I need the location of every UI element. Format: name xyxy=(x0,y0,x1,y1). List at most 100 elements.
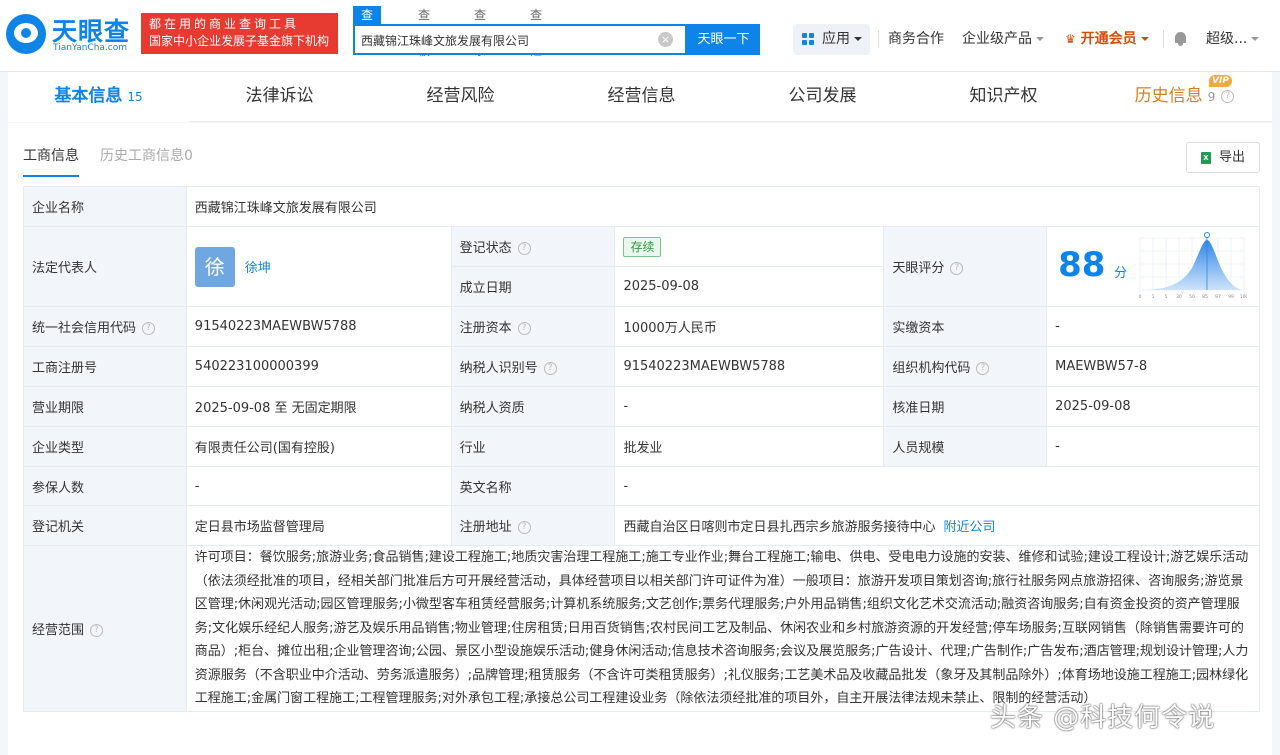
score-distribution-chart: 0 1 5 30 50 85 97 99 100 xyxy=(1139,231,1247,300)
reg-status-label: 登记状态? xyxy=(450,226,616,267)
score-tick: 100 xyxy=(1240,294,1247,300)
slogan-line-2: 国家中小企业发展子基金旗下机构 xyxy=(149,34,330,48)
divider xyxy=(1163,30,1164,48)
slogan-banner: 都在用的商业查询工具 国家中小企业发展子基金旗下机构 xyxy=(141,13,338,54)
vip-badge: VIP xyxy=(1209,75,1232,87)
search-tab-risk[interactable]: 查风险 xyxy=(530,6,542,58)
watermark: 头条 @科技何令说 xyxy=(990,703,1216,733)
slogan-line-1: 都在用的商业查询工具 xyxy=(149,17,300,31)
term-label: 营业期限 xyxy=(23,386,187,427)
site-logo[interactable]: 天眼查 TianYanCha.com xyxy=(6,10,134,60)
help-icon[interactable]: ? xyxy=(517,521,531,534)
score-tick: 5 xyxy=(1165,294,1168,300)
industry-value: 批发业 xyxy=(614,426,885,467)
type-label: 企业类型 xyxy=(23,426,187,467)
help-icon[interactable]: ? xyxy=(517,242,531,255)
search-button[interactable]: 天眼一下 xyxy=(687,24,760,55)
taxpayer-qual-value: - xyxy=(614,386,885,427)
score-label: 天眼评分? xyxy=(883,226,1048,307)
term-value: 2025-09-08 至 无固定期限 xyxy=(185,386,452,427)
nav-open-vip[interactable]: ♛ 开通会员 xyxy=(1065,24,1149,55)
nav-enterprise-products[interactable]: 企业级产品 xyxy=(962,24,1044,55)
taxpayer-qual-label: 纳税人资质 xyxy=(450,386,616,427)
subtab-business-registration[interactable]: 工商信息 xyxy=(23,145,79,177)
tab-intellectual-property[interactable]: 知识产权 xyxy=(913,72,1094,122)
biz-reg-no-label: 工商注册号 xyxy=(23,346,187,387)
staff-label: 人员规模 xyxy=(883,426,1048,467)
paid-capital-label: 实缴资本 xyxy=(883,306,1048,347)
paid-capital-value: - xyxy=(1046,306,1260,347)
score-tick: 97 xyxy=(1215,294,1221,300)
crown-icon: ♛ xyxy=(1065,32,1076,46)
legal-rep-name[interactable]: 徐坤 xyxy=(245,257,271,276)
found-date-value: 2025-09-08 xyxy=(614,266,885,307)
export-button[interactable]: X 导出 xyxy=(1186,142,1260,173)
insured-label: 参保人数 xyxy=(23,466,187,506)
help-icon[interactable]: ? xyxy=(1221,89,1235,103)
logo-domain: TianYanCha.com xyxy=(53,43,128,53)
bell-icon[interactable] xyxy=(1173,31,1188,47)
authority-value: 定日县市场监督管理局 xyxy=(185,505,452,546)
top-header: 天眼查 TianYanCha.com 都在用的商业查询工具 国家中小企业发展子基… xyxy=(0,0,1280,72)
clear-icon[interactable]: × xyxy=(658,32,673,47)
search-input[interactable] xyxy=(361,31,651,49)
score-tick: 0 xyxy=(1139,294,1142,300)
biz-reg-no-value: 540223100000399 xyxy=(185,346,452,387)
help-icon[interactable]: ? xyxy=(543,362,557,375)
tab-business-risk[interactable]: 经营风险 xyxy=(370,72,551,122)
subtab-history-registration[interactable]: 历史工商信息0 xyxy=(100,145,193,165)
scope-label: 经营范围? xyxy=(23,545,187,712)
help-icon[interactable]: ? xyxy=(142,322,156,335)
address-label: 注册地址? xyxy=(450,505,616,546)
help-icon[interactable]: ? xyxy=(950,262,964,275)
english-name-label: 英文名称 xyxy=(450,466,616,506)
search-tab-relation[interactable]: 查关系 xyxy=(474,6,486,58)
tab-litigation[interactable]: 法律诉讼 xyxy=(189,72,370,122)
search-tab-company[interactable]: 查公司 xyxy=(353,6,382,58)
help-icon[interactable]: ? xyxy=(517,322,531,335)
score-tick: 50 xyxy=(1189,294,1195,300)
excel-icon: X xyxy=(1201,152,1211,164)
scope-value: 许可项目：餐饮服务;旅游业务;食品销售;建设工程施工;地质灾害治理工程施工;施工… xyxy=(185,545,1261,712)
industry-label: 行业 xyxy=(450,426,616,467)
nearby-companies-link[interactable]: 附近公司 xyxy=(943,520,995,535)
taxpayer-id-label: 纳税人识别号? xyxy=(450,346,616,387)
english-name-value: - xyxy=(614,466,1260,506)
help-icon[interactable]: ? xyxy=(90,623,104,637)
legal-rep-cell: 徐徐坤 xyxy=(185,226,452,307)
apps-grid-icon xyxy=(802,33,815,46)
business-info-panel: 工商信息 历史工商信息0 X 导出 企业名称 西藏锦江珠峰文旅发展有限公司 法定… xyxy=(8,123,1272,755)
org-code-value: MAEWBW57-8 xyxy=(1046,346,1260,387)
score-unit: 分 xyxy=(1114,265,1128,281)
reg-status-cell: 存续 xyxy=(614,226,885,267)
score-cell[interactable]: 88 分 0 1 5 30 50 85 97 99 100 xyxy=(1046,226,1260,307)
tab-basic-info[interactable]: 基本信息 15 xyxy=(8,72,189,122)
nav-user-account[interactable]: 超级... xyxy=(1206,24,1260,55)
reg-capital-value: 10000万人民币 xyxy=(614,306,885,347)
company-name-label: 企业名称 xyxy=(23,186,187,227)
main-tabs: 基本信息 15 法律诉讼 经营风险 经营信息 公司发展 知识产权 历史信息 9? V… xyxy=(8,72,1272,122)
found-date-label: 成立日期 xyxy=(450,266,616,307)
avatar[interactable]: 徐 xyxy=(194,246,235,287)
nav-business-cooperation[interactable]: 商务合作 xyxy=(888,24,944,55)
staff-value: - xyxy=(1046,426,1260,467)
type-value: 有限责任公司(国有控股) xyxy=(185,426,452,467)
status-badge: 存续 xyxy=(623,236,662,257)
credit-code-value: 91540223MAEWBW5788 xyxy=(185,306,452,347)
tab-history-info[interactable]: 历史信息 9? VIP xyxy=(1094,72,1275,122)
tab-business-info[interactable]: 经营信息 xyxy=(551,72,732,122)
approve-date-label: 核准日期 xyxy=(883,386,1048,427)
insured-value: - xyxy=(185,466,452,506)
reg-capital-label: 注册资本? xyxy=(450,306,616,347)
apps-menu-button[interactable]: 应用 xyxy=(793,24,870,55)
address-cell: 西藏自治区日喀则市定日县扎西宗乡旅游服务接待中心 附近公司 xyxy=(614,505,1260,546)
tab-company-development[interactable]: 公司发展 xyxy=(732,72,913,122)
apps-label: 应用 xyxy=(822,24,862,55)
score-number: 88 xyxy=(1058,244,1106,285)
authority-label: 登记机关 xyxy=(23,505,187,546)
score-tick: 1 xyxy=(1152,294,1155,300)
score-tick: 85 xyxy=(1202,294,1208,300)
search-box: × xyxy=(353,24,687,55)
search-tab-boss[interactable]: 查老板 xyxy=(418,6,430,58)
help-icon[interactable]: ? xyxy=(976,362,990,375)
